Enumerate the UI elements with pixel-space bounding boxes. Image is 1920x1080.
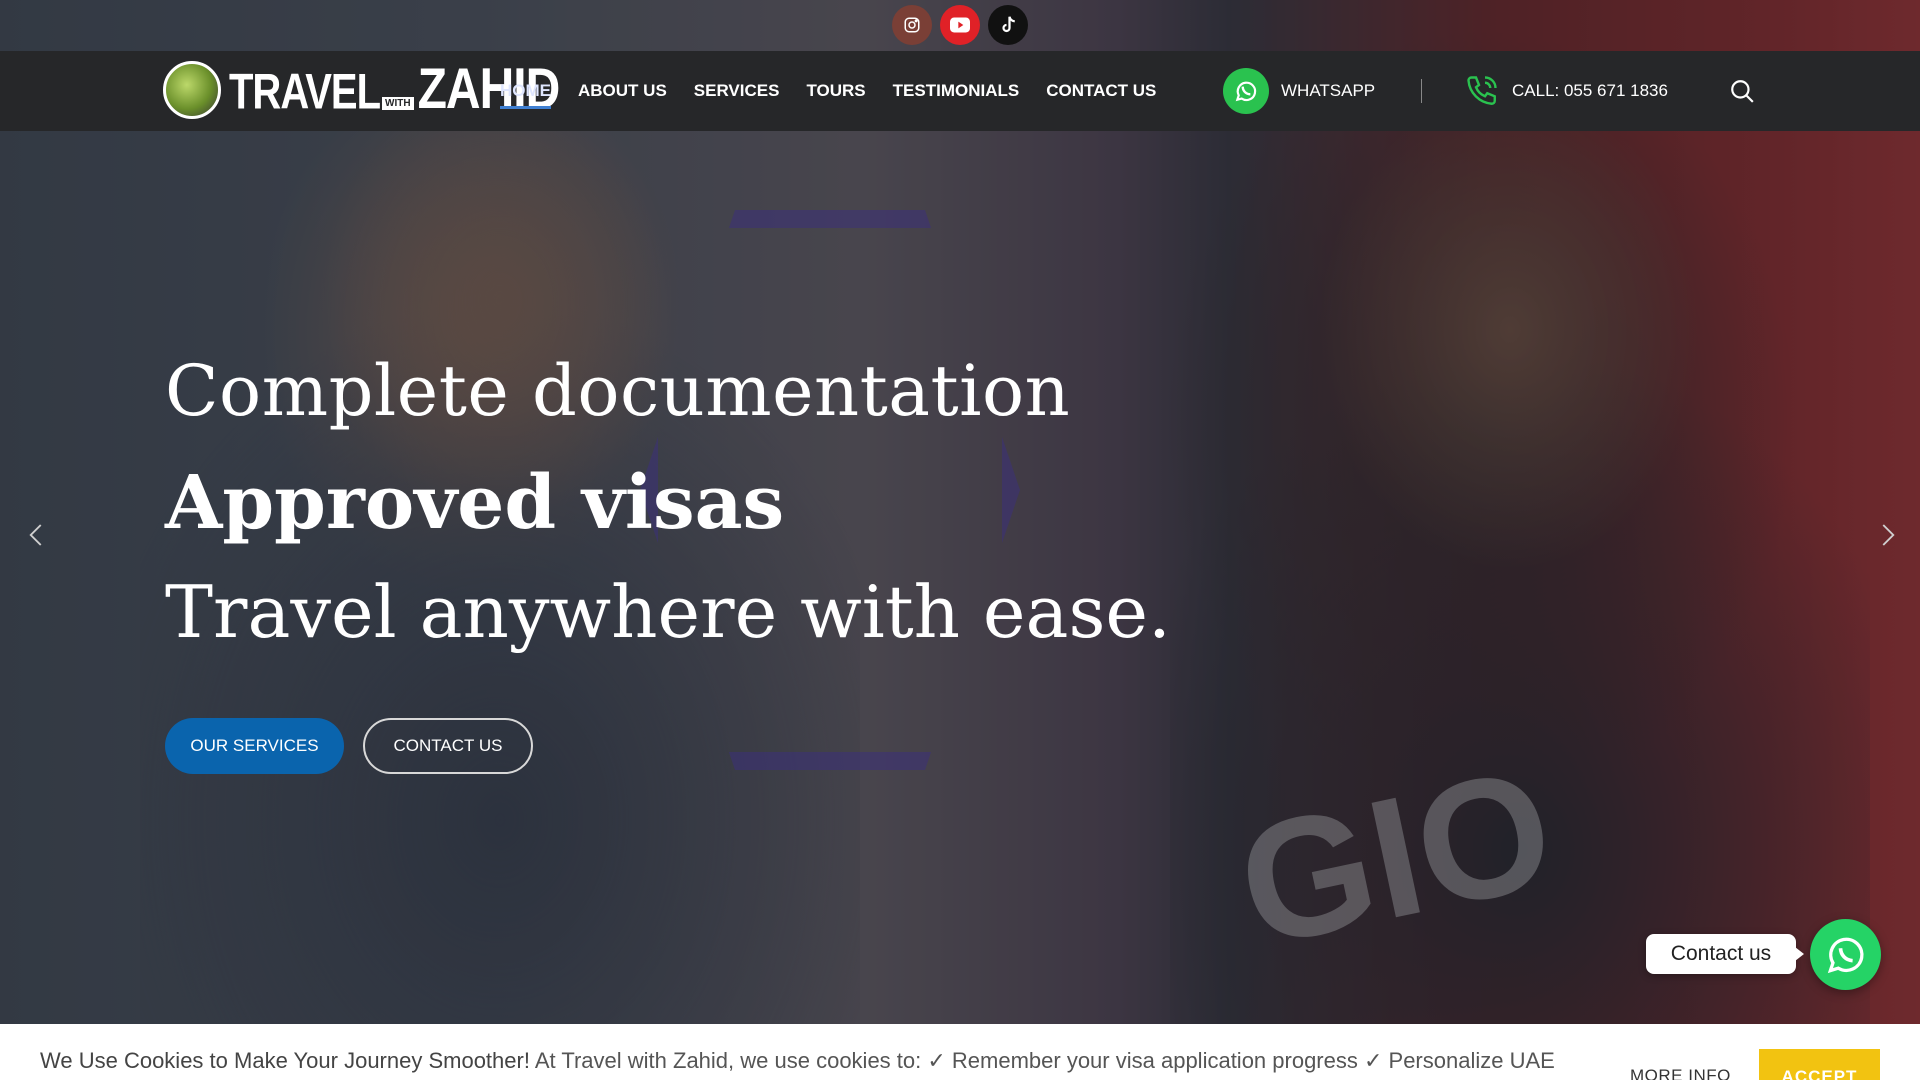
whatsapp-label: WHATSAPP [1281,81,1376,100]
whatsapp-float-icon[interactable] [1810,919,1881,990]
nav-testimonials[interactable]: TESTIMONIALS [893,81,1020,101]
hero-line-1: Complete documentation [165,350,1071,432]
logo-travel: TRAVEL [229,64,381,120]
whatsapp-link[interactable]: WHATSAPP [1223,68,1375,114]
search-icon[interactable] [1726,75,1758,107]
chevron-left-icon[interactable] [22,520,52,550]
chevron-right-icon[interactable] [1872,520,1902,550]
cookie-banner: We Use Cookies to Make Your Journey Smoo… [0,1024,1920,1080]
accept-cookies-button[interactable]: ACCEPT [1759,1049,1880,1080]
main-nav: HOME ABOUT US SERVICES TOURS TESTIMONIAL… [500,51,1156,131]
instagram-icon[interactable] [892,5,932,45]
globe-logo-icon [163,61,221,119]
social-links [0,0,1920,50]
nav-about-us[interactable]: ABOUT US [578,81,667,101]
header-divider [1421,79,1422,103]
nav-contact-us[interactable]: CONTACT US [1046,81,1156,101]
nav-home[interactable]: HOME [500,81,551,109]
tiktok-icon[interactable] [988,5,1028,45]
main-header: TRAVEL WITH ZAHID HOME ABOUT US SERVICES… [0,51,1920,131]
our-services-button[interactable]: OUR SERVICES [165,718,344,774]
call-label: CALL: 055 671 1836 [1512,81,1668,100]
cookie-lead: We Use Cookies to Make Your Journey Smoo… [40,1048,530,1073]
hero-line-2: Approved visas [165,460,785,546]
phone-icon [1462,71,1502,111]
call-link[interactable]: CALL: 055 671 1836 [1462,71,1668,111]
youtube-icon[interactable] [940,5,980,45]
contact-us-tooltip[interactable]: Contact us [1646,934,1804,974]
logo-with: WITH [382,97,414,110]
nav-tours[interactable]: TOURS [806,81,865,101]
more-info-link[interactable]: MORE INFO [1630,1066,1731,1080]
contact-us-button[interactable]: CONTACT US [363,718,533,774]
hero-line-3: Travel anywhere with ease. [165,570,1171,654]
nav-services[interactable]: SERVICES [694,81,780,101]
cookie-message: We Use Cookies to Make Your Journey Smoo… [40,1048,1555,1074]
whatsapp-icon [1223,68,1269,114]
cookie-body: At Travel with Zahid, we use cookies to:… [529,1048,1555,1073]
